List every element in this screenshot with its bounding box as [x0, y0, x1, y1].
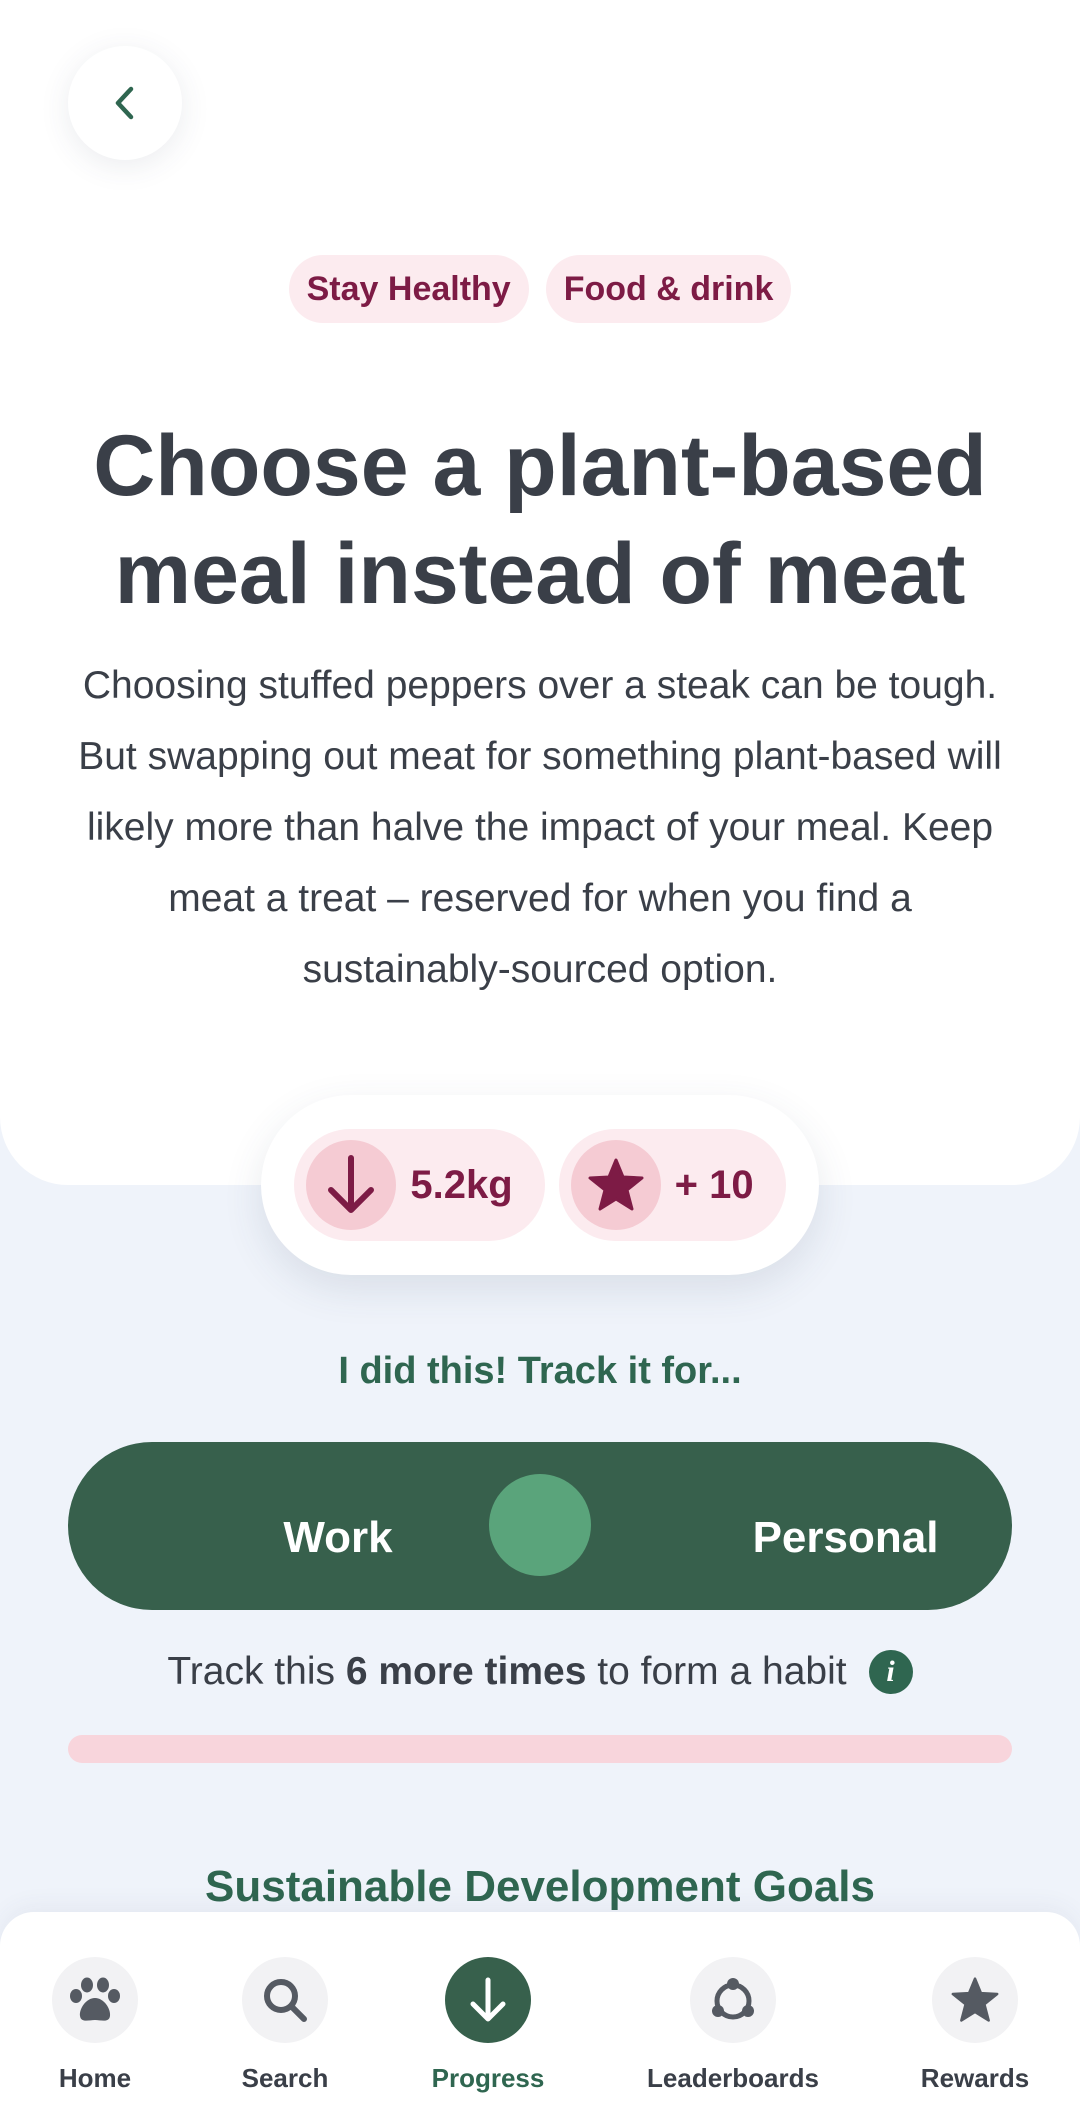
paw-icon	[52, 1957, 138, 2043]
page-title: Choose a plant-based meal instead of mea…	[93, 418, 987, 622]
track-heading: I did this! Track it for...	[338, 1350, 742, 1392]
nav-item-rewards[interactable]: Rewards	[865, 1957, 1080, 2094]
chevron-left-icon	[115, 86, 134, 120]
toggle-knob[interactable]	[489, 1474, 591, 1576]
sdg-heading: Sustainable Development Goals	[205, 1862, 875, 1911]
star-icon	[932, 1957, 1018, 2043]
nav-label-progress: Progress	[431, 2063, 545, 2093]
tag-food-drink[interactable]: Food & drink	[545, 255, 792, 323]
leaderboard-icon	[690, 1957, 776, 2043]
habit-prefix: Track this	[167, 1650, 335, 1693]
nav-label-leaderboards: Leaderboards	[647, 2063, 819, 2093]
habit-text: Track this 6 more times to form a habit …	[0, 1650, 1080, 1694]
work-personal-toggle[interactable]: Work Personal	[68, 1442, 1012, 1610]
habit-progress-bar	[68, 1735, 1012, 1763]
info-icon[interactable]: i	[868, 1650, 913, 1694]
action-description: Choosing stuffed peppers over a steak ca…	[78, 664, 1002, 991]
nav-item-search[interactable]: Search	[175, 1957, 395, 2094]
habit-suffix: to form a habit	[597, 1650, 847, 1693]
action-card: Stay Healthy Food & drink Choose a plant…	[0, 0, 1080, 1185]
tag-list: Stay Healthy Food & drink	[0, 255, 1080, 323]
carbon-saving-chip: 5.2kg	[294, 1129, 545, 1241]
search-icon	[242, 1957, 328, 2043]
points-chip: + 10	[558, 1129, 786, 1241]
nav-label-rewards: Rewards	[920, 2063, 1030, 2093]
nav-label-home: Home	[58, 2063, 132, 2093]
carbon-value: 5.2kg	[410, 1162, 513, 1207]
nav-item-leaderboards[interactable]: Leaderboards	[623, 1957, 843, 2094]
tag-stay-healthy[interactable]: Stay Healthy	[288, 255, 529, 323]
back-button[interactable]	[68, 46, 182, 160]
toggle-option-work[interactable]: Work	[208, 1442, 468, 1610]
nav-item-progress[interactable]: Progress	[378, 1957, 598, 2094]
habit-count: 6 more times	[345, 1650, 587, 1693]
nav-label-search: Search	[241, 2063, 329, 2093]
points-value: + 10	[674, 1162, 754, 1207]
arrow-down-icon	[445, 1957, 531, 2043]
impact-stats: 5.2kg + 10	[261, 1095, 819, 1275]
star-icon	[570, 1140, 661, 1230]
bottom-nav: Home Search Progress Leaderboards Reward…	[0, 1912, 1080, 2126]
arrow-down-icon	[306, 1140, 397, 1230]
toggle-option-personal[interactable]: Personal	[668, 1442, 1023, 1610]
